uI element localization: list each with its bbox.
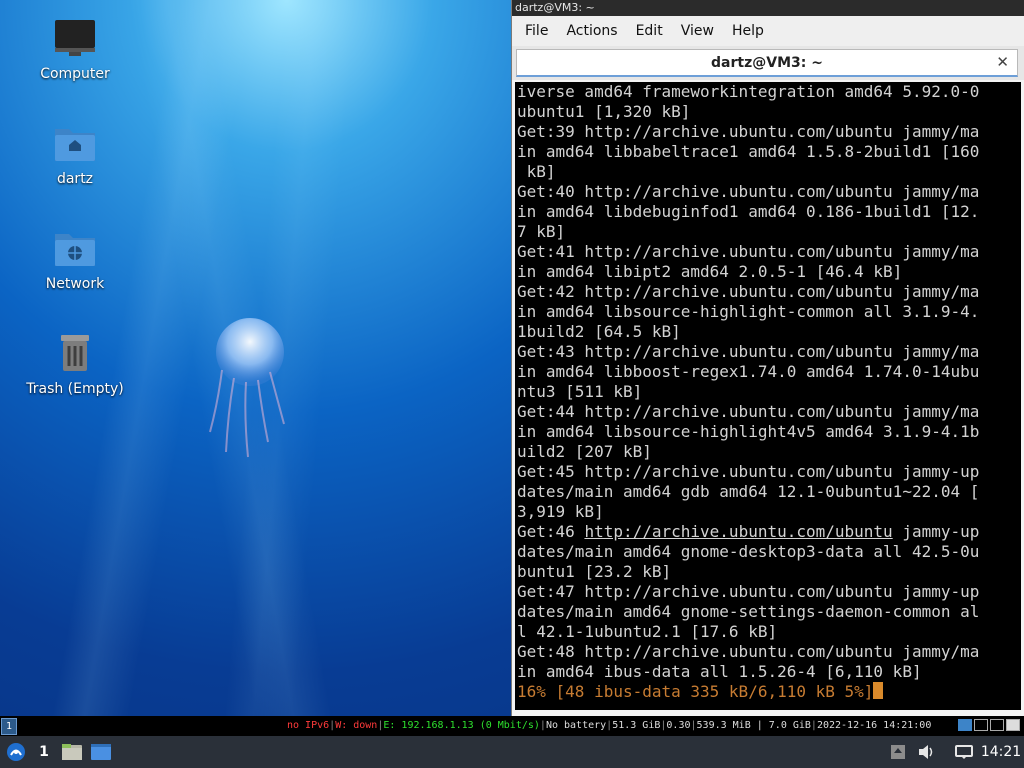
terminal-output[interactable]: iverse amd64 frameworkintegration amd64 … bbox=[515, 82, 1021, 710]
terminal-line: 1build2 [64.5 kB] bbox=[517, 322, 681, 341]
download-progress-line: 16% [48 ibus-data 335 kB/6,110 kB 5%] bbox=[517, 682, 1021, 702]
terminal-line: buntu1 [23.2 kB] bbox=[517, 562, 672, 581]
window-icon bbox=[91, 744, 111, 760]
menu-view[interactable]: View bbox=[672, 19, 723, 43]
terminal-line: l 42.1-1ubuntu2.1 [17.6 kB] bbox=[517, 622, 778, 641]
terminal-cursor bbox=[873, 682, 884, 699]
terminal-line: Get:44 http://archive.ubuntu.com/ubuntu … bbox=[517, 402, 980, 421]
desktop-icon-trash[interactable]: Trash (Empty) bbox=[20, 331, 130, 397]
status-bar: 1 no IPv6|W: down|E: 192.168.1.13 (0 Mbi… bbox=[0, 716, 1024, 736]
ipv6-status: no IPv6 bbox=[287, 720, 330, 731]
terminal-taskbar-button[interactable] bbox=[89, 736, 113, 768]
terminal-line: iverse amd64 frameworkintegration amd64 … bbox=[517, 82, 980, 101]
terminal-line: Get:48 http://archive.ubuntu.com/ubuntu … bbox=[517, 642, 980, 661]
terminal-line: Get:40 http://archive.ubuntu.com/ubuntu … bbox=[517, 182, 980, 201]
terminal-line: ntu3 [511 kB] bbox=[517, 382, 643, 401]
jellyfish-wallpaper-art bbox=[209, 318, 285, 458]
datetime-status: 2022-12-16 14:21:00 bbox=[816, 720, 932, 731]
menu-actions[interactable]: Actions bbox=[557, 19, 626, 43]
volume-icon[interactable] bbox=[914, 736, 938, 768]
status-tray bbox=[958, 719, 1020, 731]
file-manager-launcher[interactable] bbox=[60, 736, 84, 768]
terminal-line: Get:41 http://archive.ubuntu.com/ubuntu … bbox=[517, 242, 980, 261]
terminal-line: in amd64 libsource-highlight-common all … bbox=[517, 302, 980, 321]
window-titlebar[interactable]: dartz@VM3: ~ bbox=[512, 0, 1024, 16]
terminal-line: ubuntu1 [1,320 kB] bbox=[517, 102, 691, 121]
info-icon[interactable] bbox=[958, 719, 972, 731]
workspace-switcher[interactable]: 1 bbox=[34, 736, 54, 768]
wifi-status: W: down bbox=[335, 720, 378, 731]
monitor-icon bbox=[53, 16, 97, 60]
terminal-line: Get:43 http://archive.ubuntu.com/ubuntu … bbox=[517, 342, 980, 361]
terminal-line: Get:39 http://archive.ubuntu.com/ubuntu … bbox=[517, 122, 980, 141]
folder-icon bbox=[62, 744, 82, 760]
terminal-tab[interactable]: dartz@VM3: ~ ✕ bbox=[516, 49, 1018, 77]
terminal-line: dates/main amd64 gdb amd64 12.1-0ubuntu1… bbox=[517, 482, 980, 501]
network-folder-icon bbox=[53, 226, 97, 270]
memory-status: 539.3 MiB | 7.0 GiB bbox=[696, 720, 811, 731]
menu-bar: File Actions Edit View Help bbox=[512, 16, 1024, 46]
battery-status: No battery bbox=[545, 720, 607, 731]
desktop-icon-label: Network bbox=[45, 276, 105, 292]
menu-help[interactable]: Help bbox=[723, 19, 773, 43]
app-menu-button[interactable] bbox=[2, 736, 30, 768]
lubuntu-logo-icon bbox=[7, 743, 25, 761]
clock[interactable]: 14:21 bbox=[978, 736, 1024, 768]
terminal-line: Get:46 http://archive.ubuntu.com/ubuntu … bbox=[517, 522, 980, 541]
ethernet-status: E: 192.168.1.13 (0 Mbit/s) bbox=[383, 720, 540, 731]
home-folder-icon bbox=[53, 121, 97, 165]
terminal-line: in amd64 libsource-highlight4v5 amd64 3.… bbox=[517, 422, 980, 441]
terminal-line: in amd64 ibus-data all 1.5.26-4 [6,110 k… bbox=[517, 662, 922, 681]
terminal-line: Get:42 http://archive.ubuntu.com/ubuntu … bbox=[517, 282, 980, 301]
window-icon[interactable] bbox=[990, 719, 1004, 731]
taskbar: 1 14:21 bbox=[0, 736, 1024, 768]
terminal-line: 7 kB] bbox=[517, 222, 566, 241]
terminal-window[interactable]: dartz@VM3: ~ File Actions Edit View Help… bbox=[511, 0, 1024, 716]
terminal-line: in amd64 libdebuginfod1 amd64 0.186-1bui… bbox=[517, 202, 980, 221]
desktop-icon-computer[interactable]: Computer bbox=[20, 16, 130, 82]
terminal-line: kB] bbox=[517, 162, 556, 181]
window-icon[interactable] bbox=[1006, 719, 1020, 731]
workspace-indicator[interactable]: 1 bbox=[1, 718, 17, 735]
desktop-icon-label: Computer bbox=[40, 66, 110, 82]
desktop-icon-network[interactable]: Network bbox=[20, 226, 130, 292]
close-tab-icon[interactable]: ✕ bbox=[996, 53, 1009, 71]
terminal-line: Get:45 http://archive.ubuntu.com/ubuntu … bbox=[517, 462, 980, 481]
menu-file[interactable]: File bbox=[516, 19, 557, 43]
desktop-icon-home[interactable]: dartz bbox=[20, 121, 130, 187]
terminal-line: in amd64 libipt2 amd64 2.0.5-1 [46.4 kB] bbox=[517, 262, 903, 281]
terminal-hover-link[interactable]: http://archive.ubuntu.com/ubuntu bbox=[584, 522, 892, 541]
tab-bar: dartz@VM3: ~ ✕ bbox=[512, 46, 1024, 80]
terminal-line: uild2 [207 kB] bbox=[517, 442, 652, 461]
notification-icon[interactable] bbox=[952, 736, 976, 768]
menu-edit[interactable]: Edit bbox=[627, 19, 672, 43]
tab-title: dartz@VM3: ~ bbox=[711, 55, 823, 71]
desktop-icon-label: Trash (Empty) bbox=[26, 381, 124, 397]
terminal-line: 3,919 kB] bbox=[517, 502, 604, 521]
window-icon[interactable] bbox=[974, 719, 988, 731]
terminal-line: in amd64 libboost-regex1.74.0 amd64 1.74… bbox=[517, 362, 980, 381]
terminal-line: Get:47 http://archive.ubuntu.com/ubuntu … bbox=[517, 582, 980, 601]
terminal-line: dates/main amd64 gnome-desktop3-data all… bbox=[517, 542, 980, 561]
trash-icon bbox=[53, 331, 97, 375]
tray-updates-icon[interactable] bbox=[887, 736, 909, 768]
disk-status: 51.3 GiB bbox=[612, 720, 661, 731]
terminal-line: dates/main amd64 gnome-settings-daemon-c… bbox=[517, 602, 980, 621]
desktop-icon-label: dartz bbox=[56, 171, 94, 187]
load-status: 0.30 bbox=[666, 720, 691, 731]
terminal-line: in amd64 libbabeltrace1 amd64 1.5.8-2bui… bbox=[517, 142, 980, 161]
